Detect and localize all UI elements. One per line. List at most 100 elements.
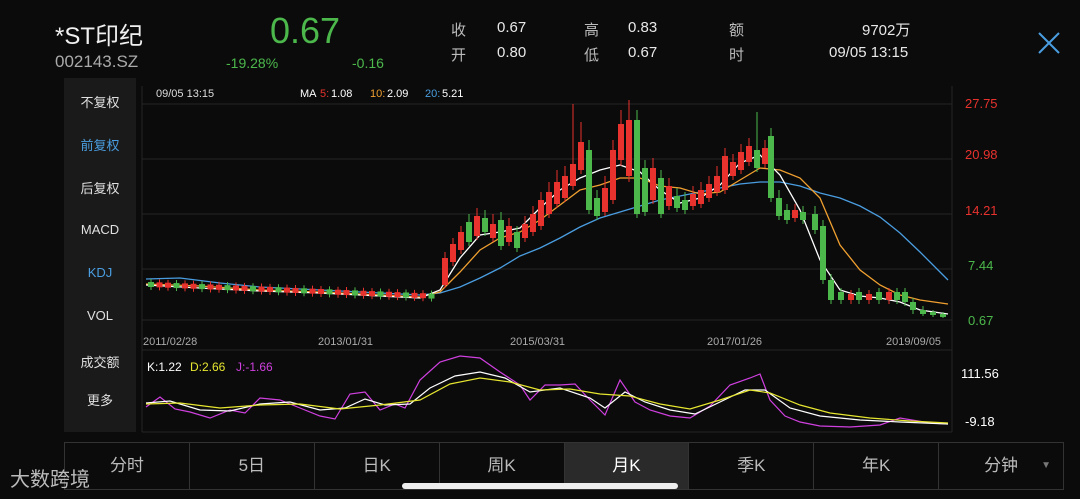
chart-timestamp: 09/05 13:15 (156, 88, 214, 100)
candle-body (173, 283, 180, 289)
candle-body (876, 292, 882, 300)
tab-5day[interactable]: 5日 (190, 443, 315, 489)
candle-body (466, 222, 472, 242)
candle-body (838, 292, 844, 300)
candle-body (284, 287, 290, 293)
candle-body (318, 289, 324, 294)
candle-body (360, 290, 367, 296)
price-axis-label-4: 7.44 (968, 258, 993, 273)
price-axis-label-1: 27.75 (965, 96, 998, 111)
candle-body (156, 282, 163, 288)
candle-body (940, 314, 946, 317)
candle-body (428, 293, 435, 299)
candle-body (586, 150, 592, 210)
kdj-axis-top: 111.56 (961, 366, 999, 381)
candle-body (674, 196, 680, 208)
candle-body (474, 216, 480, 236)
candle-body (224, 285, 231, 291)
candle-body (848, 294, 854, 300)
candle-body (309, 288, 316, 294)
ma-label: MA (300, 88, 317, 100)
candle-body (450, 244, 456, 262)
candle-body (490, 224, 496, 238)
ma5-label: 5: (320, 88, 329, 100)
candle-body (634, 120, 640, 214)
candle-body (275, 287, 282, 293)
ma10-label: 10: (370, 88, 385, 100)
candle-body (233, 285, 239, 291)
kdj-k-value: K:1.22 (147, 360, 182, 374)
candle-body (514, 232, 520, 248)
price-axis-label-2: 20.98 (965, 147, 998, 162)
candle-body (682, 200, 688, 210)
tab-minute[interactable]: 分钟 ▼ (939, 443, 1063, 489)
tab-minute-label: 分钟 (984, 456, 1019, 475)
candle-body (894, 292, 900, 300)
price-axis-label-5: 0.67 (968, 313, 993, 328)
candle-body (267, 286, 273, 292)
tab-quarterly-k[interactable]: 季K (689, 443, 815, 489)
ma20-label: 20: (425, 88, 440, 100)
candle-body (866, 294, 872, 300)
dropdown-arrow-icon: ▼ (1041, 460, 1051, 471)
candle-body (394, 292, 401, 298)
candle-body (594, 198, 600, 216)
date-label-4: 2017/01/26 (707, 336, 762, 348)
candle-body (930, 312, 936, 315)
candle-body (902, 292, 908, 302)
candle-body (754, 150, 760, 168)
candlesticks (148, 100, 946, 318)
price-axis-label-3: 14.21 (965, 203, 998, 218)
candle-body (482, 218, 488, 232)
candle-body (369, 291, 375, 297)
candle-body (292, 287, 299, 293)
candle-body (714, 176, 720, 192)
candle-body (746, 146, 752, 162)
home-indicator[interactable] (402, 483, 678, 489)
candle-body (458, 232, 464, 250)
kdj-j-value: J:-1.66 (236, 360, 273, 374)
candle-body (182, 283, 188, 289)
candle-body (258, 286, 265, 292)
candle-body (650, 168, 656, 200)
candle-body (442, 258, 448, 285)
candle-body (812, 214, 818, 230)
candle-body (343, 290, 350, 296)
ma20-value: 5.21 (442, 88, 463, 100)
date-label-3: 2015/03/31 (510, 336, 565, 348)
tab-yearly-k[interactable]: 年K (814, 443, 940, 489)
ma10-value: 2.09 (387, 88, 408, 100)
candle-body (506, 226, 512, 242)
candle-body (886, 292, 892, 300)
kdj-d-value: D:2.66 (190, 360, 226, 374)
candle-body (828, 280, 834, 300)
candle-body (722, 156, 728, 190)
date-label-2: 2013/01/31 (318, 336, 373, 348)
candle-body (626, 120, 632, 176)
ma10-line (145, 167, 949, 305)
kdj-k-line (145, 371, 949, 425)
candle-body (522, 224, 528, 238)
candle-body (554, 182, 560, 204)
candle-body (690, 194, 696, 206)
ma5-value: 1.08 (331, 88, 352, 100)
kline-chart[interactable]: 09/05 13:15 MA 5: 1.08 10: 2.09 20: 5.21… (0, 0, 1080, 440)
candle-body (301, 288, 307, 294)
candle-body (784, 210, 790, 220)
candle-body (403, 292, 409, 298)
candle-body (738, 152, 744, 170)
candle-body (578, 142, 584, 170)
watermark: 大数跨境 (10, 469, 90, 491)
candle-body (216, 284, 222, 290)
kdj-axis-bottom: -9.18 (965, 414, 995, 429)
candle-body (910, 302, 916, 310)
candle-body (190, 283, 197, 289)
candle-body (207, 284, 214, 290)
candle-body (820, 226, 826, 280)
candle-body (250, 286, 256, 292)
candle-body (241, 285, 248, 291)
candle-body (730, 162, 736, 176)
candle-body (148, 282, 154, 287)
candle-body (698, 190, 704, 204)
candle-body (642, 168, 648, 212)
